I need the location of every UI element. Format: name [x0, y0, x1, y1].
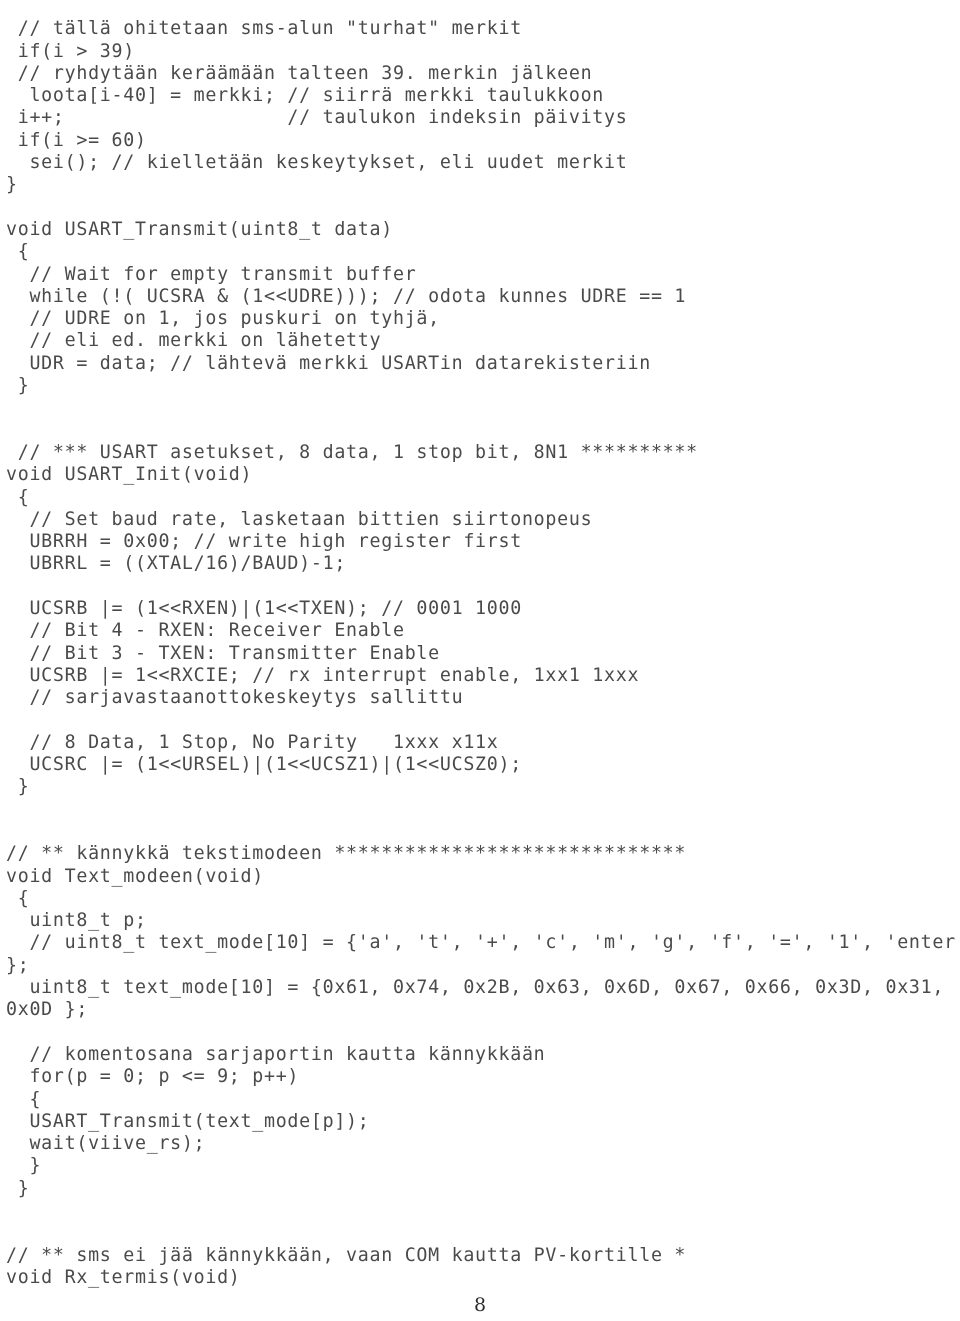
code-line: while (!( UCSRA & (1<<UDRE))); // odota …: [6, 285, 687, 307]
code-line: 0x0D };: [6, 999, 89, 1021]
code-line: // Wait for empty transmit buffer: [6, 263, 417, 285]
code-line: UBRRL = ((XTAL/16)/BAUD)-1;: [6, 553, 347, 575]
code-line: uint8_t text_mode[10] = {0x61, 0x74, 0x2…: [6, 977, 945, 999]
code-line: UBRRH = 0x00; // write high register fir…: [6, 531, 522, 553]
code-line: {: [6, 241, 30, 263]
code-line: }: [6, 375, 30, 397]
code-listing: // tällä ohitetaan sms-alun "turhat" mer…: [6, 18, 960, 1289]
code-line: // Bit 3 - TXEN: Transmitter Enable: [6, 642, 440, 664]
code-line: // sarjavastaanottokeskeytys sallittu: [6, 687, 464, 709]
code-line: {: [6, 1088, 42, 1110]
document-page: // tällä ohitetaan sms-alun "turhat" mer…: [0, 0, 960, 1321]
code-line: }: [6, 174, 18, 196]
code-line: // ryhdytään keräämään talteen 39. merki…: [6, 62, 593, 84]
code-line: // 8 Data, 1 Stop, No Parity 1xxx x11x: [6, 731, 499, 753]
code-line: // UDRE on 1, jos puskuri on tyhjä,: [6, 308, 440, 330]
code-line: void Rx_termis(void): [6, 1266, 241, 1288]
code-line: }: [6, 1155, 42, 1177]
code-line: void Text_modeen(void): [6, 865, 264, 887]
code-line: UCSRB |= (1<<RXEN)|(1<<TXEN); // 0001 10…: [6, 598, 522, 620]
code-line: // Bit 4 - RXEN: Receiver Enable: [6, 620, 405, 642]
code-line: for(p = 0; p <= 9; p++): [6, 1066, 300, 1088]
code-line: void USART_Init(void): [6, 464, 253, 486]
code-line: // *** USART asetukset, 8 data, 1 stop b…: [6, 441, 698, 463]
code-line: if(i >= 60): [6, 129, 147, 151]
code-line: uint8_t p;: [6, 910, 147, 932]
code-line: // ** kännykkä tekstimodeen ************…: [6, 843, 687, 865]
code-line: // eli ed. merkki on lähetetty: [6, 330, 382, 352]
code-line: // Set baud rate, lasketaan bittien siir…: [6, 508, 593, 530]
code-line: {: [6, 887, 30, 909]
code-line: // komentosana sarjaportin kautta kännyk…: [6, 1043, 546, 1065]
code-line: // tällä ohitetaan sms-alun "turhat" mer…: [6, 18, 522, 40]
code-line: USART_Transmit(text_mode[p]);: [6, 1110, 370, 1132]
code-line: loota[i-40] = merkki; // siirrä merkki t…: [6, 85, 605, 107]
code-line: UDR = data; // lähtevä merkki USARTin da…: [6, 352, 651, 374]
code-line: UCSRC |= (1<<URSEL)|(1<<UCSZ1)|(1<<UCSZ0…: [6, 754, 522, 776]
code-line: i++; // taulukon indeksin päivitys: [6, 107, 628, 129]
code-line: };: [6, 954, 30, 976]
code-line: UCSRB |= 1<<RXCIE; // rx interrupt enabl…: [6, 664, 640, 686]
code-line: // uint8_t text_mode[10] = {'a', 't', '+…: [6, 932, 956, 954]
code-line: // ** sms ei jää kännykkään, vaan COM ka…: [6, 1244, 687, 1266]
code-line: {: [6, 486, 30, 508]
code-line: }: [6, 1177, 30, 1199]
code-line: sei(); // kielletään keskeytykset, eli u…: [6, 152, 628, 174]
code-line: }: [6, 776, 30, 798]
page-number: 8: [473, 1294, 487, 1316]
code-line: void USART_Transmit(uint8_t data): [6, 218, 393, 240]
code-line: wait(viive_rs);: [6, 1133, 206, 1155]
code-line: if(i > 39): [6, 40, 135, 62]
